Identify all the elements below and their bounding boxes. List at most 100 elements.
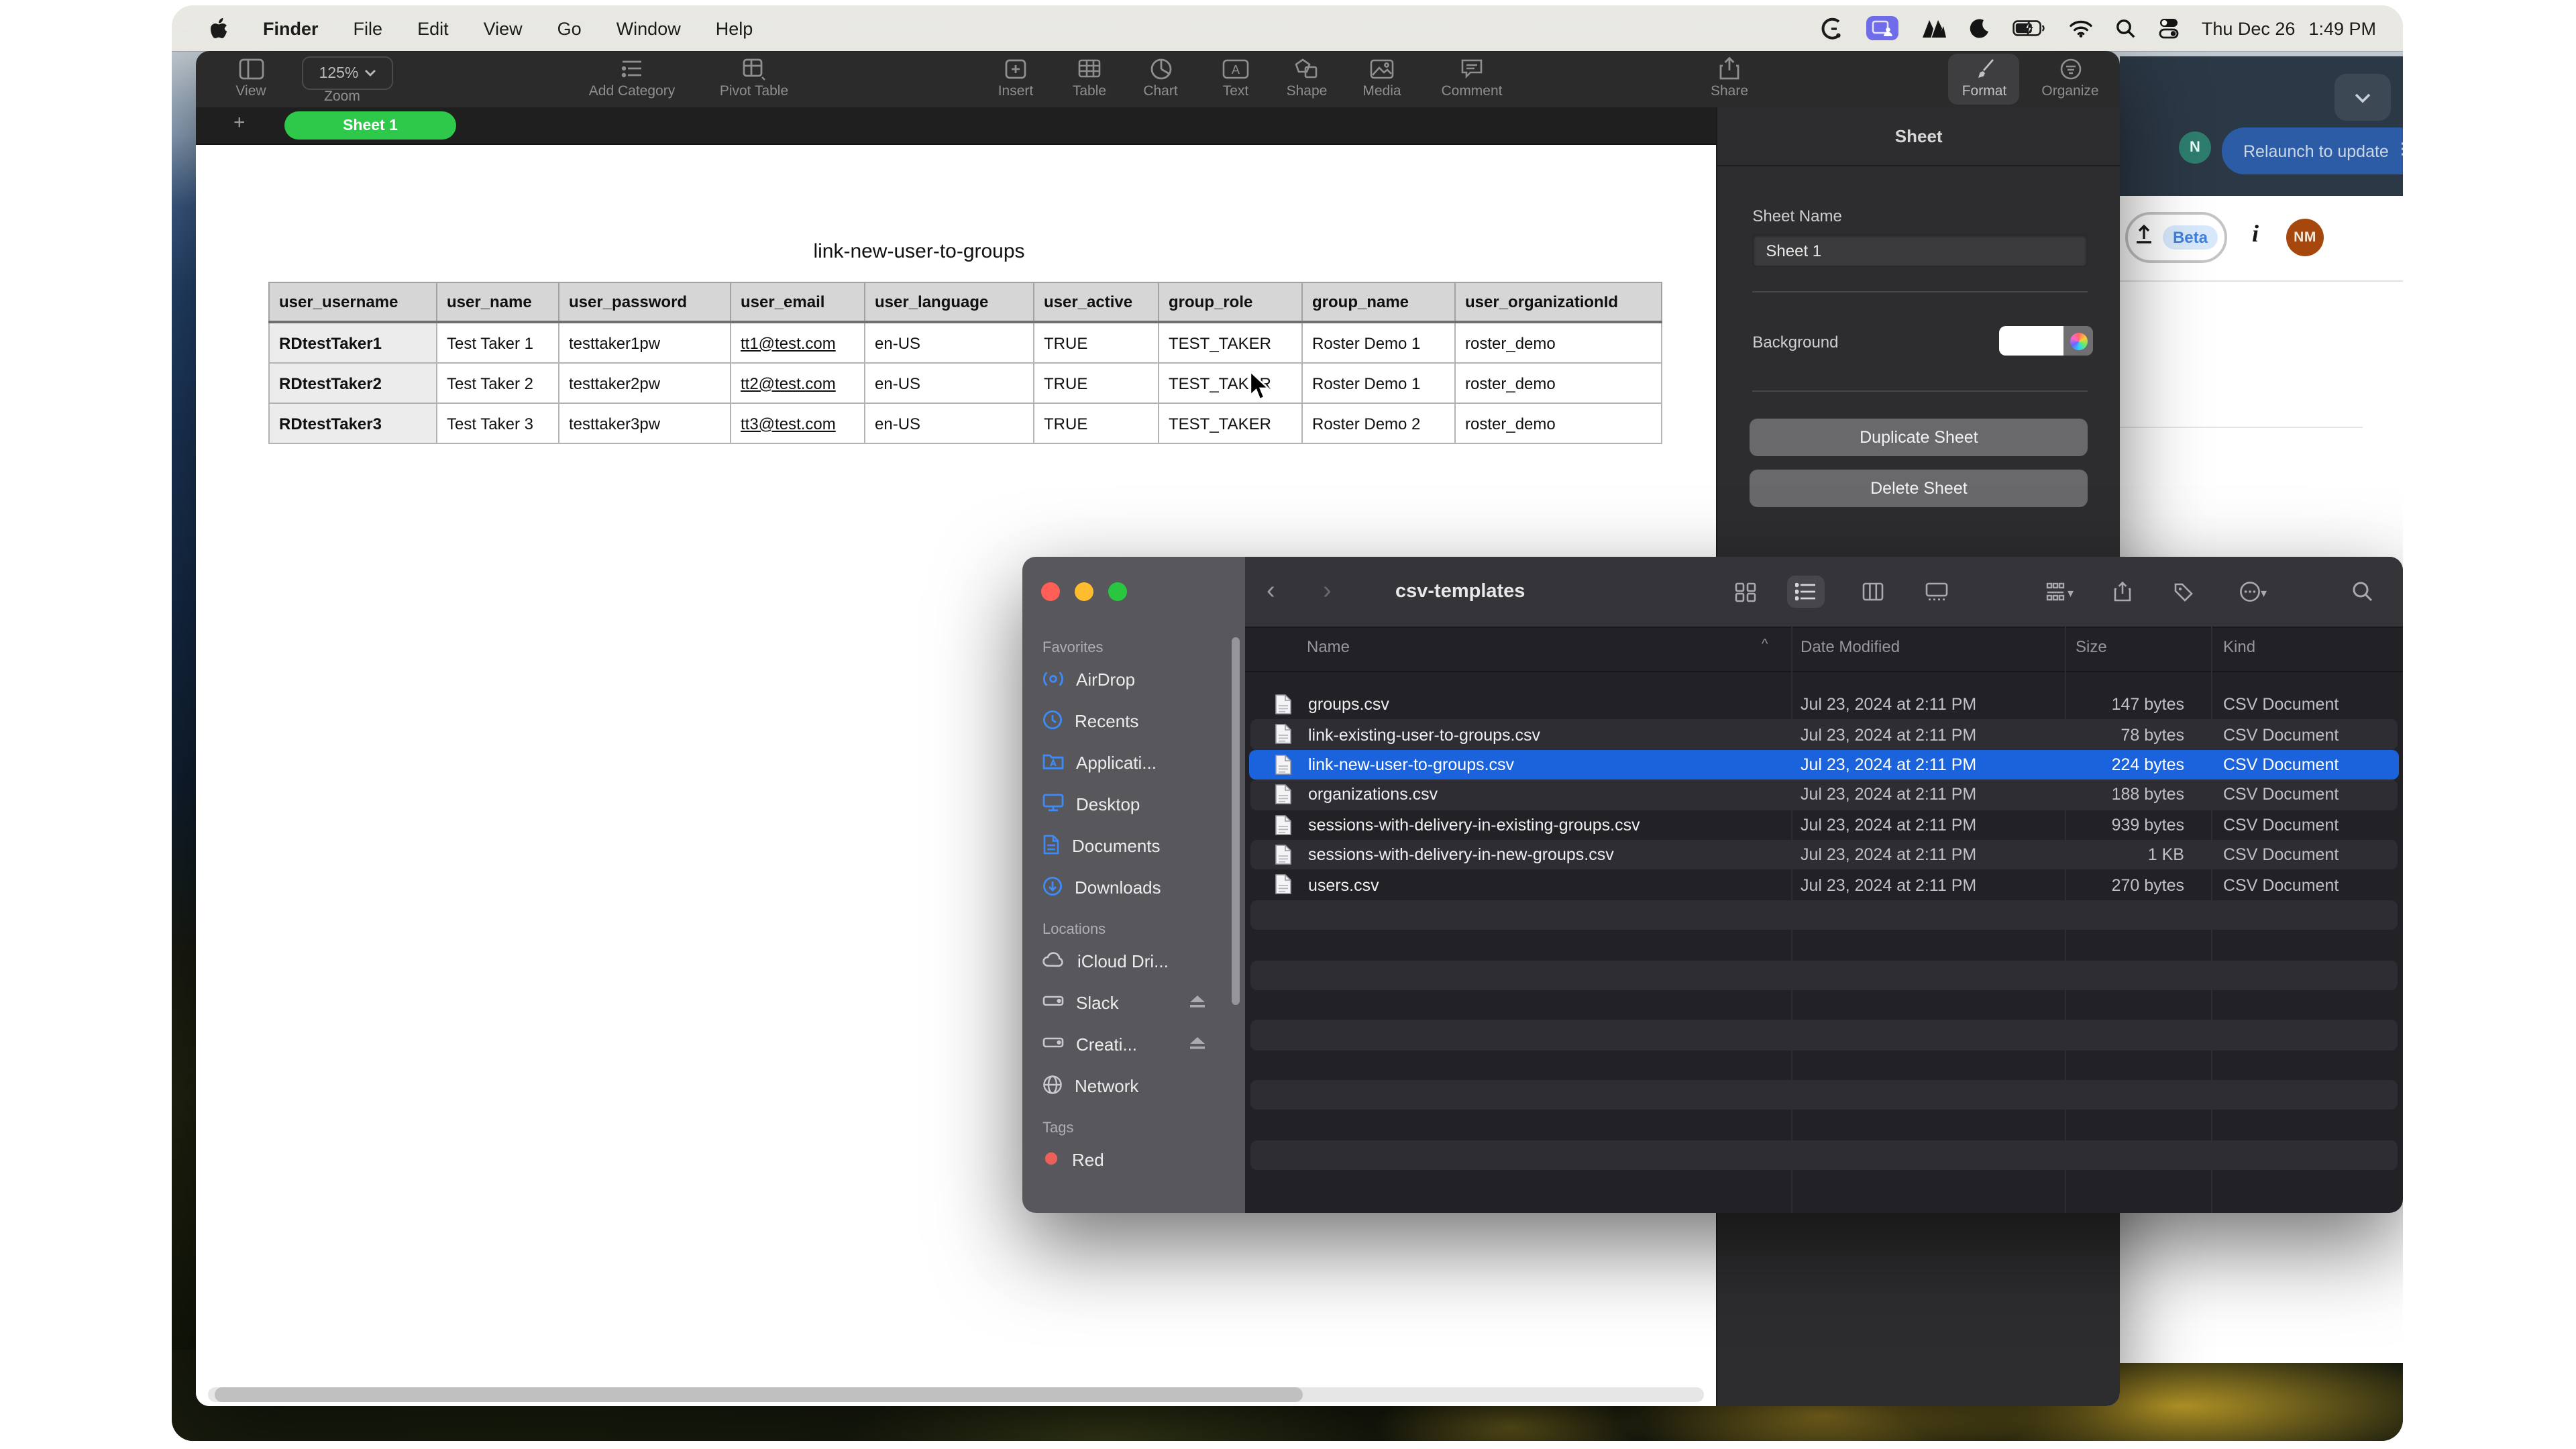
list-view-button[interactable] (1787, 576, 1825, 608)
sidebar-item-documents[interactable]: Documents (1022, 825, 1245, 867)
sidebar-item-desktop[interactable]: Desktop (1022, 784, 1245, 825)
table-cell[interactable]: Roster Demo 1 (1302, 363, 1455, 403)
column-header[interactable]: user_password (559, 282, 731, 322)
eject-icon[interactable] (1187, 993, 1208, 1013)
info-icon[interactable]: i (2246, 220, 2265, 248)
delete-sheet-button[interactable]: Delete Sheet (1750, 470, 2088, 507)
m-app-icon[interactable] (1921, 18, 1947, 38)
relaunch-button[interactable]: Relaunch to update (2222, 127, 2403, 174)
table-cell[interactable]: Test Taker 3 (437, 403, 559, 443)
tab-sheet-1[interactable]: Sheet 1 (284, 111, 456, 140)
file-row[interactable]: groups.csvJul 23, 2024 at 2:11 PM147 byt… (1245, 690, 2403, 720)
apple-menu[interactable] (209, 17, 228, 40)
share-button[interactable] (2104, 576, 2141, 608)
tag-button[interactable] (2164, 576, 2202, 608)
search-button[interactable] (2344, 576, 2381, 608)
email-link-cell[interactable]: tt1@test.com (731, 322, 865, 363)
menu-item-finder[interactable]: Finder (263, 18, 319, 38)
beta-upload-pill[interactable]: Beta (2125, 212, 2227, 263)
comment-button[interactable]: Comment (1411, 55, 1532, 99)
background-color-well[interactable] (1999, 326, 2093, 356)
gallery-view-button[interactable] (1917, 576, 1955, 608)
file-row[interactable]: organizations.csvJul 23, 2024 at 2:11 PM… (1245, 780, 2403, 810)
pivot-table-button[interactable]: Pivot Table (694, 55, 814, 99)
menu-item-window[interactable]: Window (616, 18, 681, 38)
table-cell[interactable]: TRUE (1034, 403, 1159, 443)
table-cell[interactable]: TRUE (1034, 322, 1159, 363)
file-row[interactable]: link-new-user-to-groups.csvJul 23, 2024 … (1245, 750, 2403, 780)
focus-moon-icon[interactable] (1970, 18, 1990, 38)
table-cell[interactable]: TRUE (1034, 363, 1159, 403)
table-cell[interactable]: en-US (865, 363, 1034, 403)
control-center-icon[interactable] (2159, 17, 2179, 39)
table-cell[interactable]: RDtestTaker1 (269, 322, 437, 363)
file-row[interactable]: link-existing-user-to-groups.csvJul 23, … (1245, 720, 2403, 750)
share-button[interactable]: Share (1669, 55, 1790, 99)
column-header[interactable]: user_email (731, 282, 865, 322)
sidebar-item-iclouddri[interactable]: iCloud Dri... (1022, 941, 1245, 982)
menu-item-view[interactable]: View (484, 18, 523, 38)
table-cell[interactable]: RDtestTaker3 (269, 403, 437, 443)
forward-button[interactable]: › (1323, 557, 1332, 627)
column-header[interactable]: user_name (437, 282, 559, 322)
battery-icon[interactable] (2012, 20, 2046, 36)
add-category-button[interactable]: Add Category (572, 55, 692, 99)
search-icon[interactable] (2116, 18, 2136, 38)
scrollbar-thumb[interactable] (215, 1387, 1303, 1402)
screen-sharing-icon[interactable] (1866, 16, 1898, 40)
file-row[interactable]: users.csvJul 23, 2024 at 2:11 PM270 byte… (1245, 870, 2403, 900)
table-cell[interactable]: TEST_TAKER (1159, 322, 1302, 363)
minimize-button[interactable] (1075, 582, 1093, 601)
zoom-select[interactable]: 125% (302, 56, 393, 90)
table-cell[interactable]: testtaker1pw (559, 322, 731, 363)
data-table[interactable]: user_usernameuser_nameuser_passworduser_… (268, 282, 1662, 444)
avatar[interactable]: N (2179, 131, 2211, 164)
sidebar-item-red[interactable]: Red (1022, 1139, 1245, 1181)
table-cell[interactable]: RDtestTaker2 (269, 363, 437, 403)
column-header[interactable]: user_organizationId (1455, 282, 1662, 322)
menu-item-help[interactable]: Help (716, 18, 753, 38)
column-header[interactable]: group_role (1159, 282, 1302, 322)
table-cell[interactable]: testtaker3pw (559, 403, 731, 443)
list-column-headers[interactable]: Name ^ Date Modified Size Kind (1245, 627, 2403, 672)
table-cell[interactable]: testtaker2pw (559, 363, 731, 403)
close-button[interactable] (1041, 582, 1060, 601)
table-cell[interactable]: Roster Demo 2 (1302, 403, 1455, 443)
menu-item-file[interactable]: File (354, 18, 383, 38)
table-cell[interactable]: TEST_TAKER (1159, 363, 1302, 403)
menu-item-edit[interactable]: Edit (417, 18, 449, 38)
zoom-button[interactable] (1108, 582, 1127, 601)
file-row[interactable]: sessions-with-delivery-in-new-groups.csv… (1245, 840, 2403, 870)
back-button[interactable]: ‹ (1267, 557, 1275, 627)
menu-item-go[interactable]: Go (557, 18, 582, 38)
column-header[interactable]: group_name (1302, 282, 1455, 322)
sidebar-item-airdrop[interactable]: AirDrop (1022, 659, 1245, 700)
table-cell[interactable]: Roster Demo 1 (1302, 322, 1455, 363)
duplicate-sheet-button[interactable]: Duplicate Sheet (1750, 419, 2088, 456)
sidebar-item-network[interactable]: Network (1022, 1065, 1245, 1107)
automation-icon[interactable] (1821, 17, 1843, 40)
horizontal-scrollbar[interactable] (208, 1387, 1704, 1402)
column-header[interactable]: user_active (1034, 282, 1159, 322)
table-cell[interactable]: Test Taker 2 (437, 363, 559, 403)
menu-bar-clock[interactable]: Thu Dec 26 1:49 PM (2202, 18, 2376, 38)
color-picker-button[interactable] (2063, 326, 2093, 356)
column-header[interactable]: user_username (269, 282, 437, 322)
table-cell[interactable]: roster_demo (1455, 322, 1662, 363)
eject-icon[interactable] (1187, 1034, 1208, 1055)
sidebar-scrollbar[interactable] (1232, 637, 1240, 1005)
sidebar-item-downloads[interactable]: Downloads (1022, 867, 1245, 908)
email-link-cell[interactable]: tt2@test.com (731, 363, 865, 403)
table-cell[interactable]: roster_demo (1455, 363, 1662, 403)
table-cell[interactable]: roster_demo (1455, 403, 1662, 443)
sidebar-item-applicati[interactable]: Applicati... (1022, 742, 1245, 784)
table-cell[interactable]: en-US (865, 322, 1034, 363)
table-cell[interactable]: Test Taker 1 (437, 322, 559, 363)
sidebar-item-slack[interactable]: Slack (1022, 982, 1245, 1024)
sidebar-item-recents[interactable]: Recents (1022, 700, 1245, 742)
table-cell[interactable]: en-US (865, 403, 1034, 443)
table-cell[interactable]: TEST_TAKER (1159, 403, 1302, 443)
email-link-cell[interactable]: tt3@test.com (731, 403, 865, 443)
organize-button[interactable]: Organize (2010, 55, 2120, 99)
sheet-name-field[interactable]: Sheet 1 (1752, 233, 2088, 267)
